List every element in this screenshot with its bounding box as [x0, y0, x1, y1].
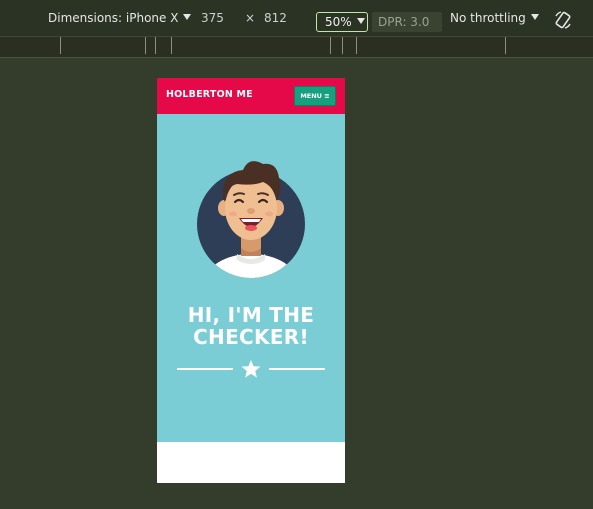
ruler-tick — [60, 37, 61, 54]
times-sign: × — [245, 11, 256, 25]
throttling-dropdown[interactable]: No throttling — [450, 10, 539, 26]
site-brand[interactable]: HOLBERTON ME — [166, 89, 253, 100]
menu-button[interactable]: MENU ≡ — [294, 86, 336, 106]
zoom-value: 50% — [325, 15, 352, 29]
ruler-tick — [342, 37, 343, 54]
hero-title-line1: HI, I'M THE — [187, 303, 315, 327]
ruler-tick — [330, 37, 331, 54]
chevron-down-icon — [183, 14, 192, 20]
dpr-value: DPR: 3.0 — [378, 15, 430, 29]
dimensions-dropdown[interactable]: Dimensions: iPhone X — [48, 10, 192, 26]
star-divider — [177, 360, 325, 378]
zoom-dropdown[interactable]: 50% — [316, 12, 368, 32]
dimensions-label: Dimensions: iPhone X — [48, 11, 179, 25]
ruler-tick — [356, 37, 357, 54]
throttling-value: No throttling — [450, 11, 526, 25]
dpr-dropdown[interactable]: DPR: 3.0 — [372, 12, 442, 44]
chevron-down-icon — [530, 14, 539, 20]
ruler-tick — [171, 37, 172, 54]
avatar — [197, 161, 305, 278]
chevron-down-icon — [356, 18, 365, 24]
hero-title-line2: CHECKER! — [193, 325, 309, 349]
divider-line-right — [269, 368, 325, 370]
width-input[interactable]: 375 — [201, 10, 224, 26]
site-header: HOLBERTON ME MENU ≡ — [157, 78, 345, 114]
hero-section: HI, I'M THE CHECKER! — [157, 114, 345, 442]
ruler-tick — [155, 37, 156, 54]
height-input[interactable]: 812 — [264, 10, 287, 26]
device-toolbar: Dimensions: iPhone X 375 × 812 50% DPR: … — [0, 0, 593, 44]
device-viewport: HOLBERTON ME MENU ≡ HI, I'M THE CHECKER! — [157, 78, 345, 483]
ruler-tick — [145, 37, 146, 54]
media-query-ruler — [0, 37, 593, 58]
star-icon — [241, 360, 261, 378]
ruler-tick — [505, 37, 506, 54]
divider-line-left — [177, 368, 233, 370]
hero-title: HI, I'M THE CHECKER! — [157, 304, 345, 348]
rotate-icon[interactable] — [553, 10, 573, 30]
